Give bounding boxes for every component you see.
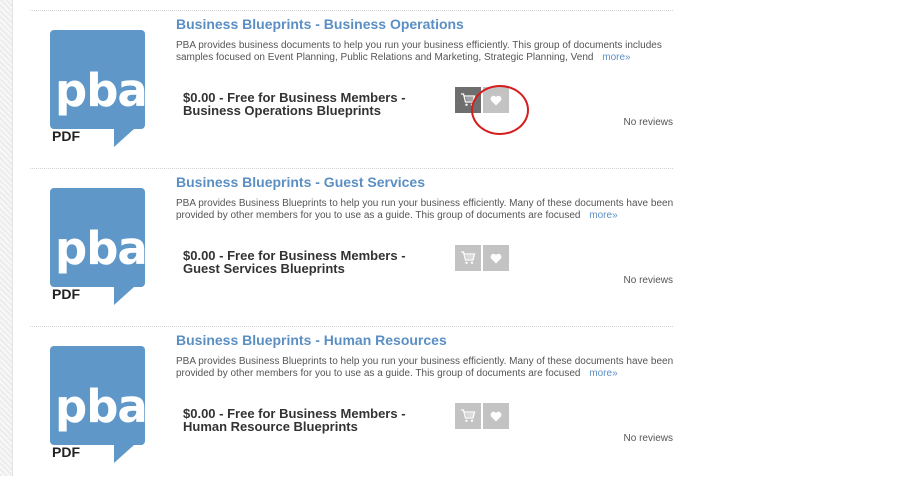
product-item: pba PDF Business Blueprints - Human Reso… — [30, 326, 673, 485]
reviews-count[interactable]: No reviews — [624, 117, 673, 128]
product-item: pba PDF Business Blueprints - Business O… — [30, 10, 673, 169]
more-link[interactable]: more» — [589, 210, 617, 221]
product-description: PBA provides Business Blueprints to help… — [176, 356, 674, 380]
product-title-link[interactable]: Business Blueprints - Guest Services — [176, 174, 425, 190]
product-price: $0.00 - Free for Business Members - Busi… — [183, 91, 448, 117]
cart-icon — [461, 409, 476, 422]
add-to-wishlist-button[interactable] — [483, 245, 509, 271]
pdf-label: PDF — [52, 286, 80, 302]
product-title-link[interactable]: Business Blueprints - Business Operation… — [176, 16, 464, 32]
product-thumbnail[interactable]: pba PDF — [50, 30, 148, 148]
product-thumbnail[interactable]: pba PDF — [50, 346, 148, 464]
left-sidebar-edge — [0, 0, 13, 476]
product-item: pba PDF Business Blueprints - Guest Serv… — [30, 168, 673, 327]
product-title-link[interactable]: Business Blueprints - Human Resources — [176, 332, 447, 348]
product-description: PBA provides Business Blueprints to help… — [176, 198, 674, 222]
pba-logo-text: pba — [55, 222, 148, 275]
pba-logo-text: pba — [55, 64, 148, 117]
add-to-wishlist-button[interactable] — [483, 403, 509, 429]
reviews-count[interactable]: No reviews — [624, 433, 673, 444]
heart-icon — [490, 411, 502, 421]
product-price: $0.00 - Free for Business Members - Huma… — [183, 407, 448, 433]
pba-logo-text: pba — [55, 380, 148, 433]
product-price: $0.00 - Free for Business Members - Gues… — [183, 249, 448, 275]
reviews-count[interactable]: No reviews — [624, 275, 673, 286]
cart-icon — [461, 251, 476, 264]
add-to-cart-button[interactable] — [455, 245, 481, 271]
price-line-2: Business Operations Blueprints — [183, 103, 381, 118]
heart-icon — [490, 253, 502, 263]
add-to-cart-button[interactable] — [455, 403, 481, 429]
more-link[interactable]: more» — [602, 52, 630, 63]
price-line-2: Human Resource Blueprints — [183, 419, 358, 434]
product-thumbnail[interactable]: pba PDF — [50, 188, 148, 306]
description-text: PBA provides business documents to help … — [176, 40, 662, 63]
pdf-label: PDF — [52, 128, 80, 144]
more-link[interactable]: more» — [589, 368, 617, 379]
product-description: PBA provides business documents to help … — [176, 40, 674, 64]
price-line-2: Guest Services Blueprints — [183, 261, 345, 276]
pdf-label: PDF — [52, 444, 80, 460]
highlight-annotation-circle — [471, 85, 529, 135]
